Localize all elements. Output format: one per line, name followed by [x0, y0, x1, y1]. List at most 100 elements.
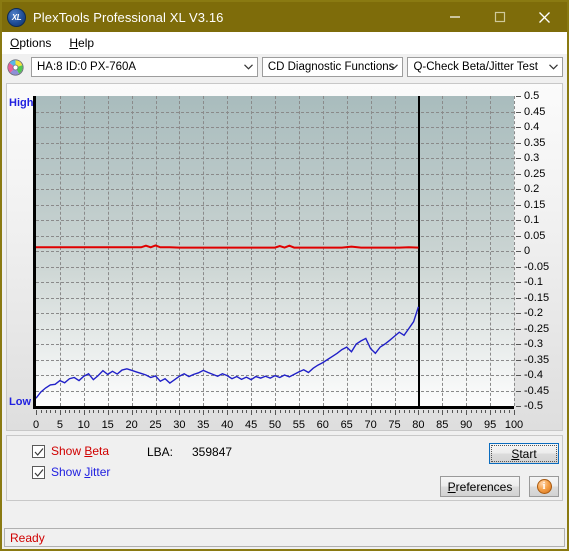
x-axis-tick-mark — [251, 410, 253, 415]
x-axis-tick-mark — [490, 410, 492, 415]
lba-label: LBA: — [147, 445, 174, 459]
x-axis-tick-mark — [155, 410, 157, 415]
info-icon: i — [536, 479, 552, 494]
x-axis-minor-tick — [236, 410, 238, 413]
x-axis-minor-tick — [117, 410, 119, 413]
x-axis-minor-tick — [64, 410, 66, 413]
x-axis-tick-mark — [418, 410, 420, 415]
x-axis-minor-tick — [169, 410, 171, 413]
x-axis-minor-tick — [88, 410, 90, 413]
x-axis-minor-tick — [260, 410, 262, 413]
x-axis-minor-tick — [222, 410, 224, 413]
drive-select[interactable]: HA:8 ID:0 PX-760A — [31, 57, 258, 77]
x-axis-minor-tick — [289, 410, 291, 413]
x-axis-minor-tick — [241, 410, 243, 413]
x-axis-tick-mark — [394, 410, 396, 415]
x-axis-tick-label: 75 — [388, 419, 401, 431]
x-axis-minor-tick — [404, 410, 406, 413]
y-axis-tick-label: -0.05 — [524, 260, 550, 273]
menu-item-help[interactable]: Help — [67, 34, 102, 52]
chevron-down-icon[interactable] — [545, 58, 562, 76]
window-buttons — [432, 2, 567, 32]
x-axis-minor-tick — [126, 410, 128, 413]
x-axis-tick-label: 20 — [125, 419, 138, 431]
y-axis-tick-mark — [516, 282, 521, 283]
x-axis-minor-tick — [231, 410, 233, 413]
x-axis-tick-label: 85 — [436, 419, 449, 431]
x-axis-minor-tick — [198, 410, 200, 413]
x-axis-minor-tick — [165, 410, 167, 413]
x-axis-minor-tick — [69, 410, 71, 413]
x-axis-tick-mark — [275, 410, 276, 415]
start-button[interactable]: Start — [489, 443, 559, 464]
x-axis-minor-tick — [361, 410, 363, 413]
x-axis-tick-label: 55 — [292, 419, 306, 431]
x-axis-minor-tick — [461, 410, 463, 413]
y-axis-tick-label: 0.15 — [524, 198, 546, 211]
show-jitter-label: Show Jitter — [51, 465, 111, 479]
x-axis-minor-tick — [112, 410, 114, 413]
x-axis-minor-tick — [308, 410, 310, 413]
x-axis-tick-mark — [298, 410, 300, 415]
x-axis-tick-mark — [36, 410, 37, 415]
show-jitter-checkbox[interactable] — [32, 465, 45, 479]
y-axis-tick-label: -0.35 — [524, 353, 550, 366]
show-jitter-row[interactable]: Show Jitter — [32, 465, 110, 479]
y-axis-tick-mark — [516, 375, 521, 376]
series-line-jitter — [36, 306, 420, 399]
y-axis-tick-mark — [516, 251, 521, 252]
x-axis-minor-tick — [509, 410, 511, 413]
y-axis-tick-label: -0.5 — [524, 400, 543, 412]
x-axis-tick-label: 0 — [32, 419, 40, 431]
x-axis-minor-tick — [270, 410, 272, 413]
cd-disc-icon — [7, 58, 24, 76]
chevron-down-icon[interactable] — [385, 58, 402, 76]
test-select[interactable]: Q-Check Beta/Jitter Test — [407, 57, 563, 77]
menu-item-options[interactable]: Options — [8, 34, 59, 52]
y-axis-tick-label: 0 — [524, 245, 531, 257]
x-axis-minor-tick — [427, 410, 429, 413]
app-xl-logo-icon: XL — [7, 7, 26, 27]
y-axis-tick-mark — [516, 142, 521, 144]
x-axis-minor-tick — [122, 410, 124, 413]
x-axis-minor-tick — [303, 410, 305, 413]
function-select[interactable]: CD Diagnostic Functions — [261, 57, 404, 77]
x-axis-minor-tick — [246, 410, 248, 413]
x-axis-minor-tick — [337, 410, 339, 413]
x-axis-minor-tick — [389, 410, 391, 413]
preferences-button[interactable]: Preferences — [440, 476, 520, 497]
show-beta-row[interactable]: Show Beta — [32, 444, 109, 458]
y-axis-tick-label: -0.3 — [524, 338, 543, 350]
x-axis-tick-label: 5 — [56, 419, 63, 431]
x-axis-tick-label: 80 — [412, 419, 425, 431]
x-axis-minor-tick — [208, 410, 210, 413]
x-axis-minor-tick — [184, 410, 186, 413]
menubar: Options Help — [2, 32, 567, 54]
x-axis-tick-label: 70 — [364, 419, 377, 431]
minimize-button[interactable] — [432, 2, 477, 32]
chevron-down-icon[interactable] — [240, 58, 257, 76]
y-axis-tick-label: -0.4 — [524, 369, 543, 381]
x-axis-minor-tick — [456, 410, 458, 413]
show-beta-checkbox[interactable] — [32, 444, 45, 458]
x-axis-tick-label: 65 — [340, 419, 353, 431]
menu-item-help-label: elp — [78, 35, 95, 50]
x-axis-minor-tick — [499, 410, 501, 413]
x-axis-tick-label: 45 — [244, 419, 258, 431]
x-axis-minor-tick — [93, 410, 95, 413]
y-axis-tick-label: 0.05 — [524, 229, 546, 242]
test-select-value: Q-Check Beta/Jitter Test — [413, 61, 538, 73]
x-axis-minor-tick — [470, 410, 472, 413]
x-axis-minor-tick — [451, 410, 453, 413]
x-axis-minor-tick — [437, 410, 439, 413]
y-axis-tick-mark — [516, 344, 521, 345]
x-axis-minor-tick — [318, 410, 320, 413]
x-axis-tick-mark — [107, 410, 109, 415]
info-button[interactable]: i — [529, 476, 559, 497]
menu-item-options-label: ptions — [19, 35, 52, 50]
x-axis-minor-tick — [141, 410, 143, 413]
close-button[interactable] — [522, 2, 567, 32]
maximize-button[interactable] — [477, 2, 522, 32]
y-axis-tick-mark — [516, 297, 521, 299]
x-axis-minor-tick — [399, 410, 401, 413]
